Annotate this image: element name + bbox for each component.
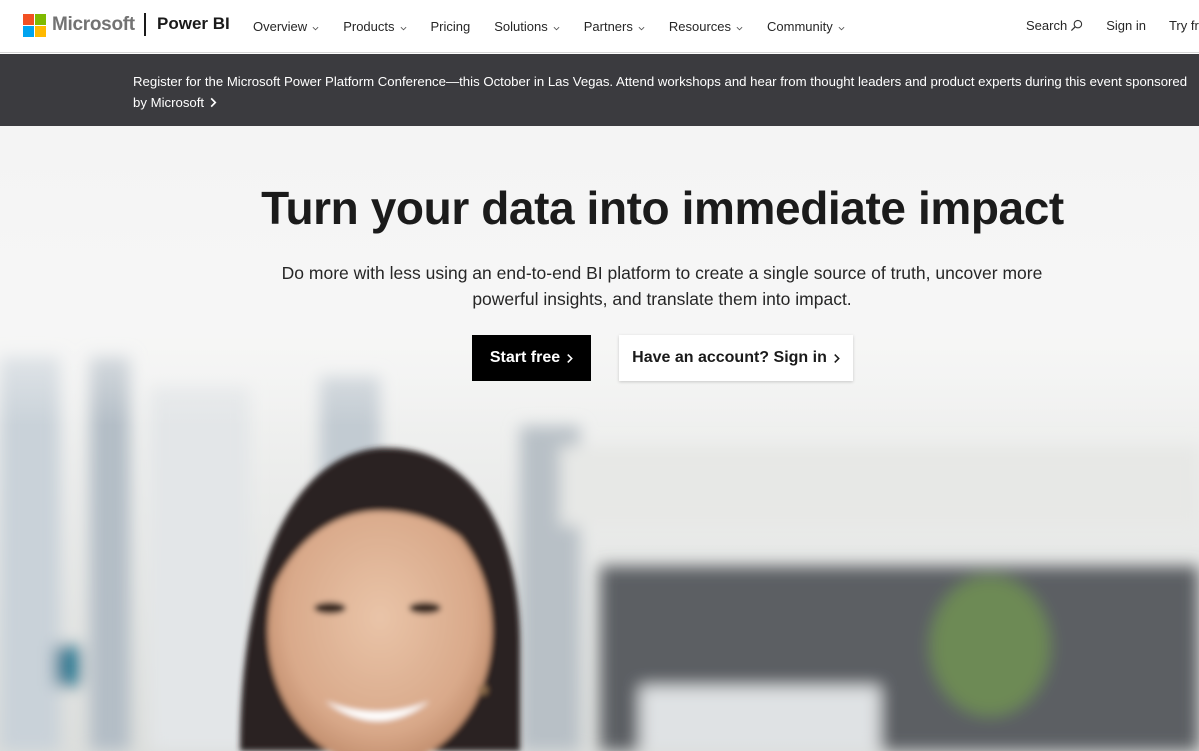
nav-item-partners[interactable]: Partners bbox=[584, 19, 645, 34]
sign-in-button-label: Have an account? Sign in bbox=[632, 349, 827, 366]
microsoft-wordmark: Microsoft bbox=[52, 14, 135, 35]
nav-item-label: Community bbox=[767, 18, 833, 34]
search-button[interactable]: Search bbox=[1026, 18, 1083, 33]
start-free-button[interactable]: Start free bbox=[472, 335, 591, 381]
chevron-down-icon bbox=[400, 26, 406, 30]
chevron-right-icon bbox=[567, 353, 573, 363]
chevron-down-icon bbox=[736, 26, 743, 30]
nav-item-label: Overview bbox=[253, 18, 308, 34]
product-name[interactable]: Power BI bbox=[157, 14, 230, 34]
nav-item-overview[interactable]: Overview bbox=[253, 19, 319, 34]
chevron-down-icon bbox=[553, 26, 560, 30]
top-navigation: Microsoft Power BI Overview Products Pri… bbox=[0, 0, 1199, 53]
nav-item-label: Resources bbox=[668, 18, 732, 34]
hero-title: Turn your data into immediate impact bbox=[261, 182, 1064, 234]
chevron-down-icon bbox=[838, 26, 845, 30]
utility-nav: Search Sign in Try fr bbox=[1026, 18, 1199, 33]
microsoft-logo[interactable]: Microsoft bbox=[23, 13, 135, 37]
start-free-label: Start free bbox=[489, 349, 561, 366]
nav-item-pricing[interactable]: Pricing bbox=[431, 19, 471, 34]
microsoft-logo-icon bbox=[23, 13, 46, 37]
search-label: Search bbox=[1026, 18, 1068, 33]
search-icon bbox=[1071, 19, 1083, 32]
chevron-right-icon bbox=[210, 97, 217, 108]
hero-section: Turn your data into immediate impact Do … bbox=[0, 126, 1199, 751]
chevron-down-icon bbox=[312, 26, 319, 30]
chevron-right-icon bbox=[834, 353, 840, 363]
nav-item-label: Solutions bbox=[494, 18, 548, 34]
announcement-banner: Register for the Microsoft Power Platfor… bbox=[0, 54, 1199, 126]
nav-item-community[interactable]: Community bbox=[767, 19, 845, 34]
hero-subtitle: Do more with less using an end-to-end BI… bbox=[281, 263, 1043, 309]
logo-divider bbox=[144, 13, 146, 36]
try-free-link[interactable]: Try fr bbox=[1169, 18, 1199, 33]
banner-text: Register for the Microsoft Power Platfor… bbox=[133, 74, 1188, 110]
sign-in-link[interactable]: Sign in bbox=[1106, 18, 1146, 33]
nav-item-solutions[interactable]: Solutions bbox=[494, 18, 560, 34]
nav-item-products[interactable]: Products bbox=[343, 19, 406, 34]
nav-item-label: Products bbox=[343, 18, 395, 34]
nav-item-resources[interactable]: Resources bbox=[669, 19, 743, 34]
sign-in-button[interactable]: Have an account? Sign in bbox=[619, 335, 853, 381]
nav-item-label: Pricing bbox=[430, 18, 471, 34]
chevron-down-icon bbox=[638, 26, 645, 30]
banner-link[interactable]: Register for the Microsoft Power Platfor… bbox=[133, 71, 1193, 113]
nav-item-label: Partners bbox=[583, 18, 633, 34]
primary-nav: Overview Products Pricing Solutions Part… bbox=[253, 18, 869, 34]
